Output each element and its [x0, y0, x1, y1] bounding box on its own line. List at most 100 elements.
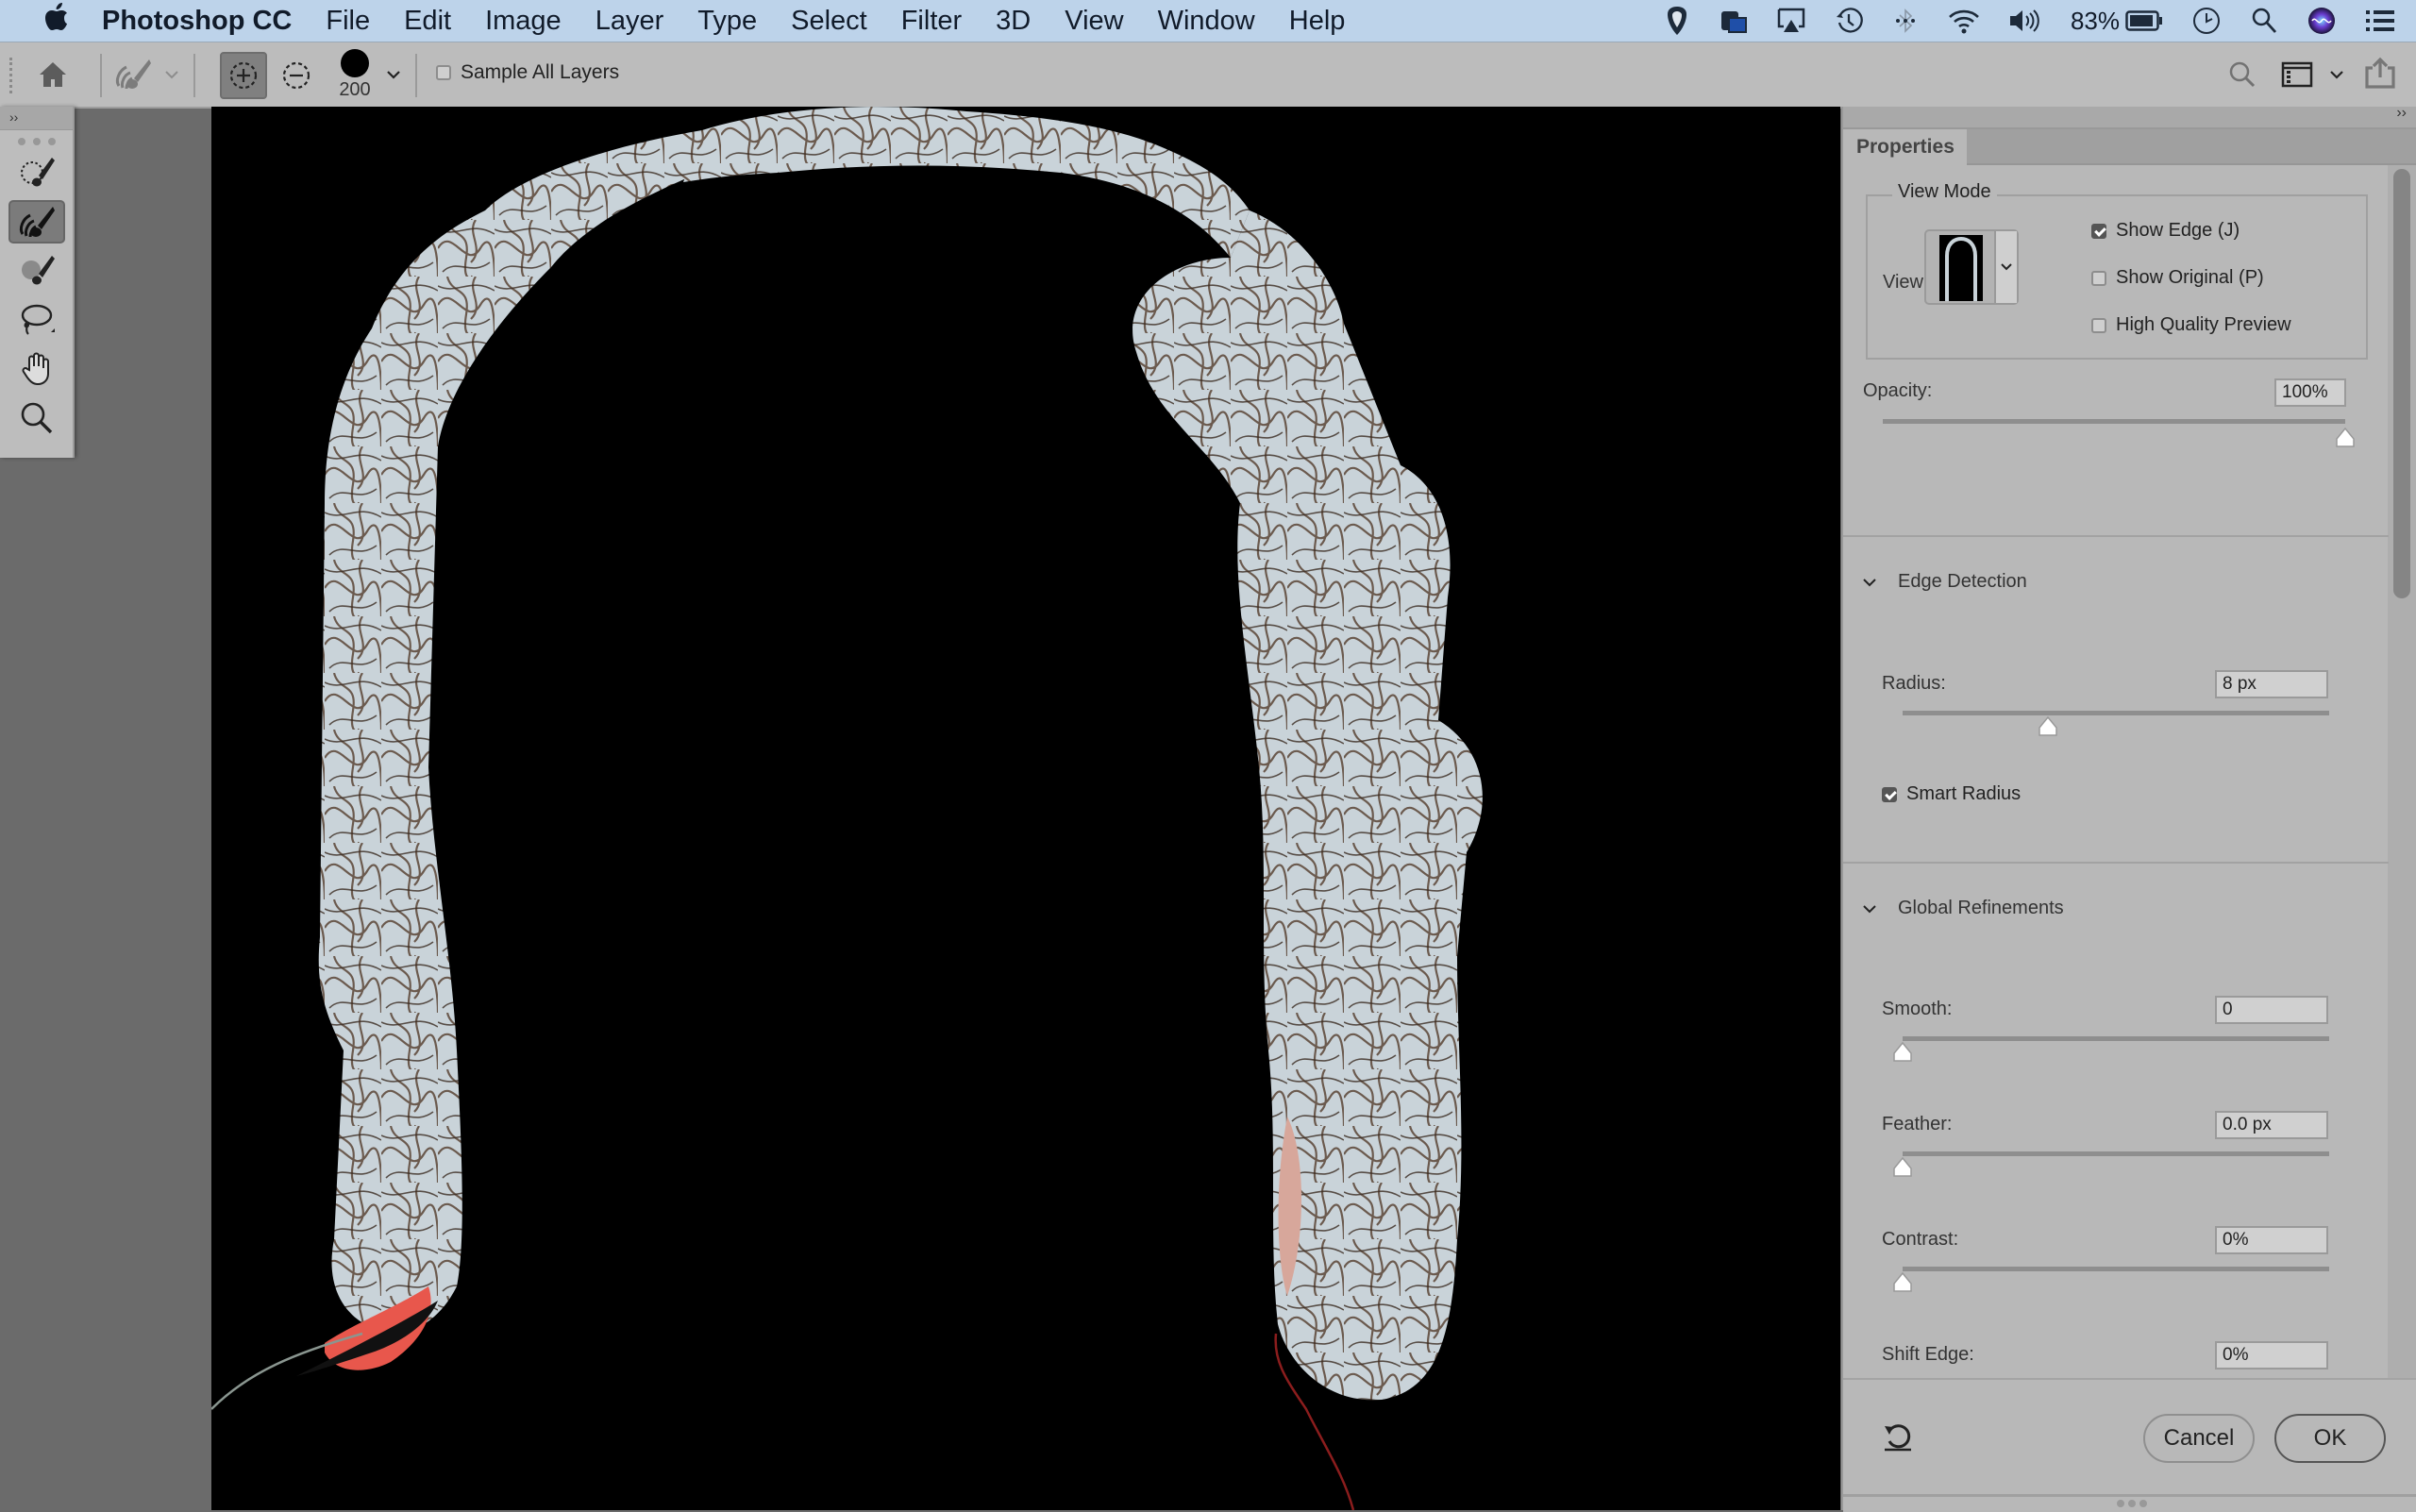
show-edge-label: Show Edge (J): [2116, 220, 2240, 241]
section-divider: [1843, 862, 2389, 864]
workspace-icon: [2281, 61, 2313, 88]
feather-slider-thumb[interactable]: [1893, 1157, 1912, 1178]
menu-3d[interactable]: 3D: [996, 6, 1031, 37]
brush-tool[interactable]: [8, 249, 65, 293]
smooth-slider-track[interactable]: [1903, 1036, 2329, 1041]
radius-field[interactable]: 8 px: [2215, 670, 2328, 698]
sample-all-layers[interactable]: Sample All Layers: [436, 61, 619, 84]
high-quality-preview-checkbox[interactable]: [2091, 317, 2106, 333]
panel-scrollbar[interactable]: [2388, 165, 2416, 1392]
opacity-field[interactable]: 100%: [2274, 378, 2346, 407]
radius-slider-thumb[interactable]: [2038, 716, 2057, 737]
search-button[interactable]: [2223, 56, 2261, 93]
refine-edge-preview: [211, 107, 1483, 1510]
bluetooth-icon[interactable]: [1891, 5, 1920, 37]
show-original-checkbox[interactable]: [2091, 270, 2106, 286]
shield-icon[interactable]: [1663, 5, 1691, 37]
tools-panel-grip[interactable]: [17, 138, 56, 145]
brush-size-picker[interactable]: 200: [332, 44, 378, 105]
battery-status[interactable]: 83%: [2071, 5, 2163, 37]
home-button[interactable]: [32, 56, 74, 93]
menu-window[interactable]: Window: [1158, 6, 1255, 37]
battery-icon: [2125, 10, 2162, 31]
menu-edit[interactable]: Edit: [404, 6, 451, 37]
opacity-slider-track[interactable]: [1883, 419, 2345, 424]
cancel-button[interactable]: Cancel: [2143, 1414, 2255, 1463]
options-bar-grip[interactable]: [9, 58, 16, 93]
subtract-from-selection-button[interactable]: [278, 54, 314, 97]
siri-icon[interactable]: [2307, 5, 2337, 37]
home-icon: [40, 62, 66, 87]
contrast-field[interactable]: 0%: [2215, 1226, 2328, 1254]
shift-edge-label: Shift Edge:: [1882, 1344, 1974, 1365]
quick-selection-tool[interactable]: [8, 151, 65, 194]
view-mode-dropdown[interactable]: [1994, 231, 2017, 303]
refine-edge-brush-icon: [115, 59, 151, 90]
edge-region-top: [683, 107, 1250, 259]
menu-image[interactable]: Image: [485, 6, 562, 37]
hand-tool[interactable]: [8, 347, 65, 391]
smart-radius-checkbox[interactable]: [1882, 786, 1897, 802]
contrast-slider-thumb[interactable]: [1893, 1272, 1912, 1293]
airplay-icon[interactable]: [1776, 5, 1806, 37]
workspace-dropdown[interactable]: [2325, 63, 2348, 86]
smooth-field[interactable]: 0: [2215, 996, 2328, 1024]
edge-detection-header[interactable]: Edge Detection: [1862, 571, 2027, 593]
feather-slider-track[interactable]: [1903, 1151, 2329, 1156]
document-canvas[interactable]: [211, 107, 1840, 1510]
menu-layer[interactable]: Layer: [596, 6, 664, 37]
panel-resize-handle[interactable]: [1843, 1494, 2416, 1510]
show-edge-option[interactable]: Show Edge (J): [2091, 220, 2240, 242]
sample-all-layers-checkbox[interactable]: [436, 65, 451, 80]
wifi-icon[interactable]: [1948, 5, 1980, 37]
app-menu[interactable]: Photoshop CC: [102, 6, 292, 37]
ok-button[interactable]: OK: [2274, 1414, 2386, 1463]
panel-tab-row: Properties: [1843, 129, 2416, 165]
refine-edge-brush-tool[interactable]: [8, 200, 65, 244]
collapse-panel-icon[interactable]: ››: [2396, 105, 2407, 122]
tab-properties[interactable]: Properties: [1843, 129, 1967, 165]
view-mode-picker[interactable]: [1924, 229, 2019, 305]
high-quality-preview-label: High Quality Preview: [2116, 314, 2291, 335]
opacity-slider-thumb[interactable]: [2336, 428, 2355, 448]
high-quality-preview-option[interactable]: High Quality Preview: [2091, 314, 2291, 336]
zoom-tool[interactable]: [8, 396, 65, 440]
chevron-down-icon: [1863, 578, 1876, 586]
show-original-option[interactable]: Show Original (P): [2091, 267, 2264, 289]
quick-selection-icon: [20, 158, 55, 187]
menu-filter[interactable]: Filter: [901, 6, 962, 37]
contrast-label: Contrast:: [1882, 1229, 1959, 1250]
show-edge-checkbox[interactable]: [2091, 223, 2106, 239]
notification-center-icon[interactable]: [2365, 5, 2395, 37]
feather-field[interactable]: 0.0 px: [2215, 1111, 2328, 1139]
radius-slider-track[interactable]: [1903, 711, 2329, 715]
scrollbar-thumb[interactable]: [2393, 169, 2410, 598]
apple-menu-icon[interactable]: [38, 3, 76, 39]
shift-edge-field[interactable]: 0%: [2215, 1341, 2328, 1369]
smart-radius-option[interactable]: Smart Radius: [1882, 783, 2021, 805]
clock-icon[interactable]: [2191, 5, 2222, 37]
spotlight-search-icon[interactable]: [2250, 5, 2278, 37]
menu-type[interactable]: Type: [697, 6, 757, 37]
tools-panel-collapse[interactable]: ››: [0, 107, 73, 130]
panel-dock-strip: ››: [1843, 105, 2416, 129]
camera-app-icon[interactable]: [1720, 5, 1748, 37]
workspace-button[interactable]: [2278, 56, 2316, 93]
menu-view[interactable]: View: [1065, 6, 1123, 37]
menu-help[interactable]: Help: [1289, 6, 1346, 37]
global-refinements-header[interactable]: Global Refinements: [1862, 898, 2064, 919]
contrast-slider-track[interactable]: [1903, 1267, 2329, 1271]
share-icon: [2365, 57, 2395, 89]
time-machine-icon[interactable]: [1835, 5, 1863, 37]
edge-region-left: [318, 126, 740, 1334]
menu-file[interactable]: File: [326, 6, 370, 37]
brush-size-dropdown[interactable]: [381, 65, 406, 84]
lasso-tool[interactable]: [8, 298, 65, 342]
add-to-selection-button[interactable]: [220, 52, 267, 99]
tool-preset-picker[interactable]: [106, 56, 187, 93]
share-button[interactable]: [2361, 52, 2399, 93]
smooth-slider-thumb[interactable]: [1893, 1042, 1912, 1063]
reset-button[interactable]: [1879, 1416, 1917, 1457]
volume-icon[interactable]: [2008, 5, 2042, 37]
menu-select[interactable]: Select: [791, 6, 867, 37]
